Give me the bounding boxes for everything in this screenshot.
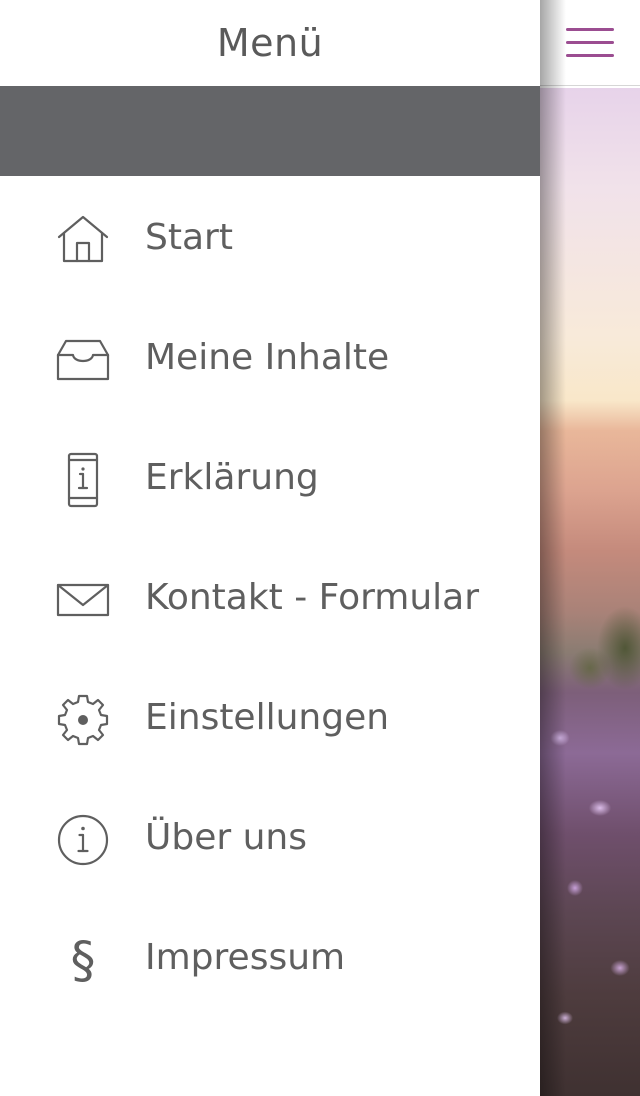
hamburger-bar	[566, 28, 614, 31]
info-circle-icon	[56, 813, 110, 867]
envelope-icon	[56, 573, 110, 627]
drawer-banner	[0, 86, 540, 176]
menu-item-ueber-uns[interactable]: Über uns	[0, 778, 540, 898]
section-sign-glyph: §	[70, 931, 96, 989]
menu-item-label: Start	[145, 217, 233, 258]
menu-item-label: Impressum	[145, 937, 346, 978]
menu-item-label: Meine Inhalte	[145, 337, 390, 378]
phone-info-icon	[56, 452, 110, 508]
menu-item-label: Erklärung	[145, 457, 319, 498]
menu-item-label: Über uns	[145, 817, 307, 858]
page-header	[540, 0, 640, 86]
menu-item-impressum[interactable]: § Impressum	[0, 898, 540, 1018]
menu-item-label: Kontakt - Formular	[145, 577, 480, 618]
menu-item-start[interactable]: Start	[0, 178, 540, 298]
gear-icon	[56, 693, 110, 747]
app-screen: Menü Start Meine Inhalte Erklärung Konta…	[0, 0, 640, 1096]
section-sign-icon: §	[56, 933, 110, 987]
navigation-drawer: Menü Start Meine Inhalte Erklärung Konta…	[0, 0, 540, 1096]
menu-item-meine-inhalte[interactable]: Meine Inhalte	[0, 298, 540, 418]
drawer-title: Menü	[216, 21, 324, 65]
menu-item-kontakt-formular[interactable]: Kontakt - Formular	[0, 538, 540, 658]
menu-item-einstellungen[interactable]: Einstellungen	[0, 658, 540, 778]
hamburger-bar	[566, 41, 614, 44]
menu-item-label: Einstellungen	[145, 697, 390, 738]
hamburger-menu-icon[interactable]	[566, 24, 614, 62]
menu-item-erklaerung[interactable]: Erklärung	[0, 418, 540, 538]
inbox-tray-icon	[56, 333, 110, 387]
page-content	[540, 0, 640, 1096]
heather-landscape-image	[540, 88, 640, 1096]
drawer-menu: Start Meine Inhalte Erklärung Kontakt - …	[0, 178, 540, 1018]
home-icon	[56, 213, 110, 267]
hamburger-bar	[566, 54, 614, 57]
